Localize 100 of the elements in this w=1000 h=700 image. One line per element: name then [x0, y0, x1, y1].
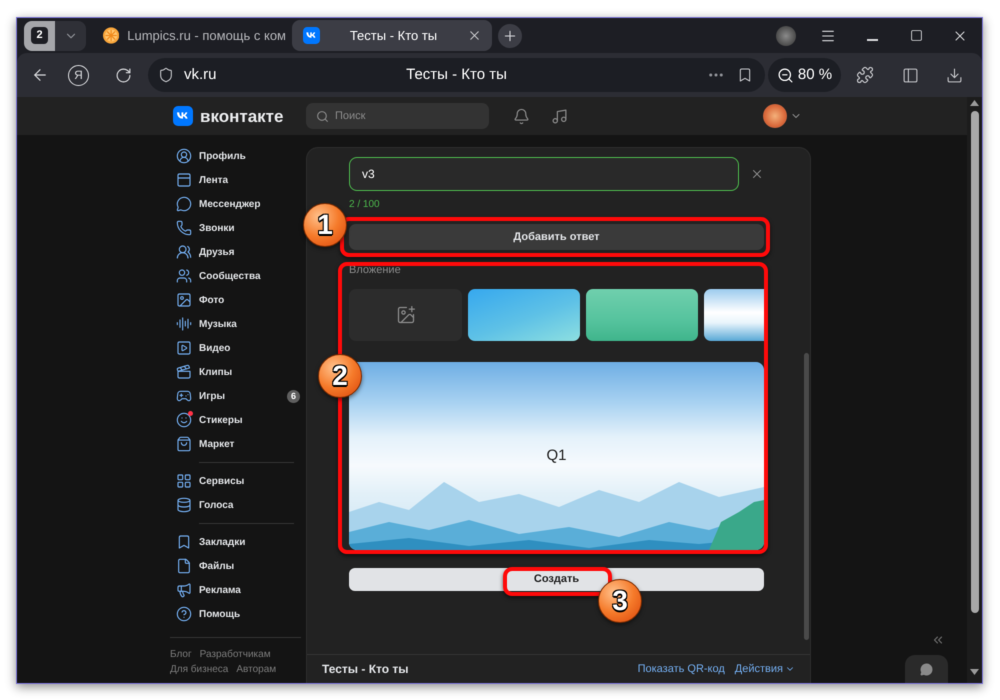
footer-link[interactable]: Разработчикам — [200, 648, 271, 661]
create-button[interactable]: Создать — [349, 568, 764, 591]
zoom-out-icon — [776, 66, 794, 84]
close-icon[interactable] — [467, 28, 482, 43]
sidebar-item[interactable]: Фото — [173, 288, 306, 312]
logo-icon — [173, 106, 193, 126]
sidebar-label: Музыка — [199, 318, 237, 332]
sidebar-item[interactable]: Маркет — [173, 432, 306, 456]
sidebar-label: Видео — [199, 342, 230, 356]
search-field[interactable]: Поиск — [306, 103, 489, 129]
smile-icon — [176, 412, 192, 428]
sidebar-item[interactable]: Клипы — [173, 360, 306, 384]
sidebar-item[interactable]: Голоса — [173, 493, 306, 517]
panel-icon — [902, 66, 918, 84]
new-tab-button[interactable] — [498, 24, 522, 48]
avatar-icon[interactable] — [776, 26, 796, 46]
speech-bubble-icon — [176, 196, 192, 212]
yandex-button[interactable]: Я — [68, 64, 89, 86]
browser-tab[interactable]: Lumpics.ru - помощь с ком — [86, 20, 290, 51]
sidebar-label: Закладки — [199, 536, 246, 550]
tab-title: Тесты - Кто ты — [350, 26, 438, 45]
sidebar-label: Друзья — [199, 246, 234, 260]
scrollbar-thumb[interactable] — [970, 111, 978, 613]
sidebar-label: Лента — [199, 174, 228, 188]
grid-icon — [176, 473, 192, 489]
sidebar-label: Клипы — [199, 366, 232, 380]
sidebar-label: Звонки — [199, 222, 235, 236]
scroll-down-icon[interactable] — [970, 669, 979, 675]
scroll-up-icon[interactable] — [970, 100, 979, 106]
tab-counter[interactable]: 2 — [24, 20, 55, 50]
download-icon — [946, 66, 962, 84]
megaphone-icon — [176, 582, 192, 598]
sidebar-item[interactable]: Друзья — [173, 240, 306, 264]
sidebar-label: Сообщества — [199, 270, 261, 284]
actions-menu[interactable]: Действия — [734, 660, 795, 678]
bell-icon[interactable] — [513, 108, 530, 124]
sidebar-label: Реклама — [199, 584, 241, 598]
sidebar-item[interactable]: Помощь — [173, 602, 306, 626]
poll-question: Q1 — [546, 446, 566, 466]
play-square-icon — [176, 340, 192, 356]
sidebar-label: Маркет — [199, 438, 234, 452]
sidebar-item[interactable]: Видео — [173, 336, 306, 360]
minimize-icon — [866, 39, 878, 41]
puzzle-icon — [856, 66, 874, 84]
sidebar-label: Сервисы — [199, 474, 244, 488]
sidebar-label: Помощь — [199, 608, 240, 622]
site-logo-icon — [303, 27, 320, 44]
audio-bars-icon — [176, 316, 192, 332]
group-icon — [176, 268, 192, 284]
sidebar-item[interactable]: Реклама — [173, 578, 306, 602]
image-plus-icon — [396, 305, 416, 325]
sidebar-item[interactable]: Звонки — [173, 216, 306, 240]
browser-tab[interactable]: Тесты - Кто ты — [292, 20, 492, 51]
footer-link[interactable]: Для бизнеса — [170, 663, 228, 676]
gamepad-icon — [176, 388, 192, 404]
url-text: vk.ru — [184, 64, 217, 85]
footer-link[interactable]: Авторам — [236, 663, 276, 676]
bookmark-icon — [176, 534, 192, 550]
sidebar-item[interactable]: Сообщества — [173, 264, 306, 288]
panel-icon — [176, 172, 192, 188]
sidebar-item[interactable]: Файлы — [173, 554, 306, 578]
sidebar-label: Фото — [199, 294, 224, 308]
music-note-icon[interactable] — [551, 108, 568, 124]
answer-field[interactable]: v3 — [349, 157, 739, 191]
sidebar-label: Голоса — [199, 498, 234, 512]
search-icon — [316, 110, 329, 123]
sidebar-item[interactable]: Музыка — [173, 312, 306, 336]
page-title: Тесты - Кто ты — [406, 64, 507, 85]
sidebar-item[interactable]: Мессенджер — [173, 192, 306, 216]
tab-title: Lumpics.ru - помощь с ком — [127, 26, 286, 45]
add-answer-button[interactable]: Добавить ответ — [349, 224, 764, 250]
footer-link[interactable]: Блог — [170, 648, 192, 661]
sidebar-item[interactable]: Игры 6 — [173, 384, 306, 408]
sidebar-item[interactable]: Сервисы — [173, 469, 306, 493]
shield-icon[interactable] — [158, 67, 174, 83]
zoom-button[interactable]: 80 % — [768, 58, 841, 92]
sidebar-item[interactable]: Лента — [173, 168, 306, 192]
sidebar-item[interactable]: Закладки — [173, 530, 306, 554]
clapperboard-icon — [176, 364, 192, 380]
sidebar-label: Стикеры — [199, 414, 242, 428]
remove-answer-button[interactable] — [750, 167, 764, 181]
sidebar-label: Мессенджер — [199, 198, 260, 212]
speech-bubble-icon — [920, 662, 933, 676]
attachment-label: Вложение — [349, 264, 401, 277]
qr-code-link[interactable]: Показать QR-код — [638, 660, 725, 678]
close-icon — [750, 167, 764, 181]
phone-icon — [176, 220, 192, 236]
file-icon — [176, 558, 192, 574]
avatar-icon[interactable] — [763, 104, 787, 128]
user-circle-icon — [176, 148, 192, 164]
bookmark-icon[interactable] — [737, 67, 753, 83]
image-icon — [176, 292, 192, 308]
scrollbar-thumb[interactable] — [804, 353, 809, 640]
people-icon — [176, 244, 192, 260]
sidebar-item[interactable]: Профиль — [173, 144, 306, 168]
sidebar-label: Профиль — [199, 150, 246, 164]
chat-button[interactable] — [905, 655, 948, 683]
sidebar-item[interactable]: Стикеры — [173, 408, 306, 432]
logo-text[interactable]: вконтакте — [200, 108, 284, 124]
address-bar[interactable]: vk.ru Тесты - Кто ты — [148, 58, 765, 92]
